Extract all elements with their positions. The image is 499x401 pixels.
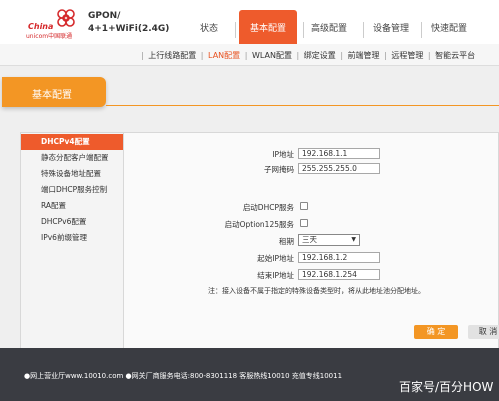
sidebar-item-dhcpv4[interactable]: DHCPv4配置 [21, 134, 123, 150]
brand-china: China [28, 22, 54, 31]
option125-label: 启动Option125服务 [224, 220, 294, 229]
sub-nav-separator: | [200, 51, 204, 60]
tab-quick-config[interactable]: 快速配置 [425, 18, 473, 44]
subnav-item-cloud[interactable]: 智能云平台 [435, 51, 475, 60]
sub-nav: | 上行线路配置 | LAN配置 | WLAN配置 | 绑定设置 | 前端管理 … [0, 44, 499, 66]
watermark: 百家号/百分HOW [399, 380, 494, 394]
ip-address-input[interactable]: 192.168.1.1 [298, 148, 380, 159]
sub-nav-separator: | [141, 51, 144, 60]
start-ip-label: 起始IP地址 [257, 254, 294, 263]
brand-unicom: unicom中国联通 [26, 33, 73, 40]
subnav-item-frontend[interactable]: 前端管理 [348, 51, 380, 60]
sub-nav-items: | 上行线路配置 | LAN配置 | WLAN配置 | 绑定设置 | 前端管理 … [140, 50, 476, 61]
form-note: 注：接入设备不属于指定的特殊设备类型时，将从此地址池分配地址。 [208, 287, 425, 295]
lease-label: 租期 [279, 237, 294, 246]
lease-select[interactable]: 三天 ▼ [298, 234, 360, 246]
top-header: China unicom中国联通 GPON/ 4+1+WiFi(2.4G) 状态… [0, 0, 499, 46]
section-tab: 基本配置 [2, 77, 106, 107]
footer-contact-text: ●网上营业厅www.10010.com ●网关厂商服务电话:800-830111… [24, 372, 343, 380]
sidebar-item-static-client[interactable]: 静态分配客户端配置 [21, 150, 123, 166]
subnav-item-wlan[interactable]: WLAN配置 [252, 51, 292, 60]
end-ip-input[interactable]: 192.168.1.254 [298, 269, 380, 280]
ok-button[interactable]: 确 定 [414, 325, 458, 339]
sidebar-item-ra[interactable]: RA配置 [21, 198, 123, 214]
sub-nav-separator: | [340, 51, 344, 60]
footer: ●网上营业厅www.10010.com ●网关厂商服务电话:800-830111… [0, 348, 499, 401]
lease-select-value: 三天 [302, 235, 317, 244]
ip-label: IP地址 [272, 150, 294, 159]
sidebar-item-port-dhcp[interactable]: 端口DHCP服务控制 [21, 182, 123, 198]
sub-nav-separator: | [296, 51, 300, 60]
sub-nav-separator: | [427, 51, 431, 60]
chevron-down-icon: ▼ [351, 236, 356, 243]
nav-divider [303, 22, 304, 38]
product-name: GPON/ 4+1+WiFi(2.4G) [88, 10, 169, 36]
tab-basic-config[interactable]: 基本配置 [239, 10, 297, 46]
tab-advanced-config[interactable]: 高级配置 [305, 18, 353, 44]
section-divider [106, 105, 499, 106]
option125-checkbox[interactable] [300, 219, 308, 227]
subnav-item-binding[interactable]: 绑定设置 [304, 51, 336, 60]
section-title: 基本配置 [32, 90, 72, 101]
product-line-2: 4+1+WiFi(2.4G) [88, 24, 170, 34]
product-line-1: GPON/ [88, 11, 121, 21]
china-unicom-knot-icon [57, 9, 75, 27]
subnav-item-remote[interactable]: 远程管理 [391, 51, 423, 60]
sidebar-item-ipv6-prefix[interactable]: IPv6前缀管理 [21, 230, 123, 246]
dhcp-label: 启动DHCP服务 [242, 203, 294, 212]
tab-status[interactable]: 状态 [191, 18, 227, 44]
subnet-mask-input[interactable]: 255.255.255.0 [298, 163, 380, 174]
content-panel: 基本配置 DHCPv4配置 静态分配客户端配置 特殊设备地址配置 端口DHCP服… [0, 66, 499, 387]
tab-device-management[interactable]: 设备管理 [367, 18, 415, 44]
subnav-item-lan[interactable]: LAN配置 [208, 51, 240, 60]
nav-divider [235, 22, 236, 38]
start-ip-input[interactable]: 192.168.1.2 [298, 252, 380, 263]
subnav-item-uplink[interactable]: 上行线路配置 [148, 51, 196, 60]
cancel-button[interactable]: 取 消 [468, 325, 499, 339]
sidebar-item-dhcpv6[interactable]: DHCPv6配置 [21, 214, 123, 230]
nav-divider [421, 22, 422, 38]
dhcp-checkbox[interactable] [300, 202, 308, 210]
sub-nav-separator: | [244, 51, 248, 60]
nav-divider [363, 22, 364, 38]
sub-nav-separator: | [384, 51, 387, 60]
mask-label: 子网掩码 [264, 165, 294, 174]
end-ip-label: 结束IP地址 [257, 271, 294, 280]
sidebar-item-special-device[interactable]: 特殊设备地址配置 [21, 166, 123, 182]
unicom-logo: China unicom中国联通 [26, 8, 86, 40]
